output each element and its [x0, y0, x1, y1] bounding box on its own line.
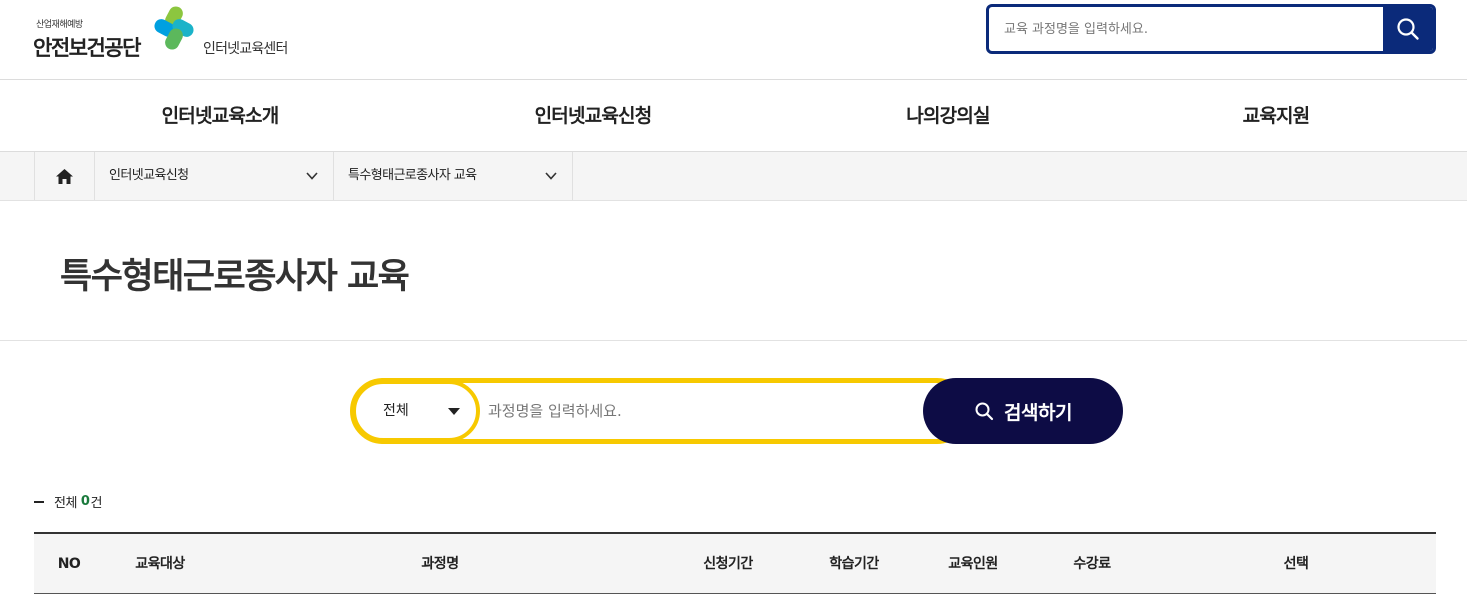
logo-tagline: 산업재해예방 [36, 20, 83, 30]
logo-subtitle: 인터넷교육센터 [203, 41, 288, 57]
course-search-button[interactable]: 검색하기 [923, 378, 1123, 444]
nav-item-support[interactable]: 교육지원 [1243, 80, 1311, 152]
chevron-down-icon [306, 172, 318, 180]
column-header-no: NO [57, 556, 81, 572]
course-table-header: NO 교육대상 과정명 신청기간 학습기간 교육인원 수강료 선택 [34, 532, 1436, 594]
result-count-number: 0 [80, 494, 90, 509]
breadcrumb-level1-label: 인터넷교육신청 [109, 168, 189, 183]
site-logo[interactable]: 산업재해예방 안전보건공단 인터넷교육센터 [33, 4, 313, 64]
search-category-value: 전체 [383, 403, 409, 419]
search-category-select[interactable]: 전체 [352, 380, 480, 442]
header-search-button[interactable] [1383, 7, 1433, 51]
title-divider [0, 340, 1467, 341]
nav-item-my-classroom[interactable]: 나의강의실 [906, 80, 990, 152]
main-navigation: 인터넷교육소개 인터넷교육신청 나의강의실 교육지원 [0, 80, 1467, 152]
site-header: 산업재해예방 안전보건공단 인터넷교육센터 [0, 0, 1467, 80]
chevron-down-icon [545, 172, 557, 180]
breadcrumb-dropdown-level1[interactable]: 인터넷교육신청 [95, 152, 334, 200]
home-icon [56, 168, 73, 184]
course-search-button-label: 검색하기 [1004, 401, 1072, 424]
breadcrumb-home-button[interactable] [34, 152, 95, 200]
column-header-capacity: 교육인원 [948, 556, 998, 572]
header-search-input[interactable] [989, 7, 1384, 51]
result-count: 전체 0 건 [34, 492, 102, 511]
breadcrumb: 인터넷교육신청 특수형태근로종사자 교육 [0, 152, 1467, 201]
breadcrumb-level2-label: 특수형태근로종사자 교육 [348, 168, 477, 183]
column-header-study-period: 학습기간 [829, 556, 879, 572]
logo-org-name: 안전보건공단 [33, 36, 141, 60]
column-header-select: 선택 [1283, 556, 1309, 572]
page-title: 특수형태근로종사자 교육 [60, 257, 410, 297]
nav-item-apply[interactable]: 인터넷교육신청 [535, 80, 653, 152]
search-icon [975, 402, 994, 421]
dash-icon [34, 500, 44, 503]
caret-down-icon [448, 408, 460, 415]
search-icon [1397, 18, 1419, 40]
header-search [986, 4, 1436, 54]
kosha-cross-logo-icon [154, 6, 194, 50]
nav-item-intro[interactable]: 인터넷교육소개 [162, 80, 280, 152]
column-header-target: 교육대상 [135, 556, 185, 572]
column-header-apply-period: 신청기간 [703, 556, 753, 572]
result-count-suffix: 건 [90, 496, 102, 511]
result-count-prefix: 전체 [54, 496, 77, 511]
breadcrumb-dropdown-level2[interactable]: 특수형태근로종사자 교육 [334, 152, 573, 200]
column-header-fee: 수강료 [1073, 556, 1111, 572]
course-search-input[interactable] [484, 386, 914, 436]
column-header-course-name: 과정명 [421, 556, 459, 572]
